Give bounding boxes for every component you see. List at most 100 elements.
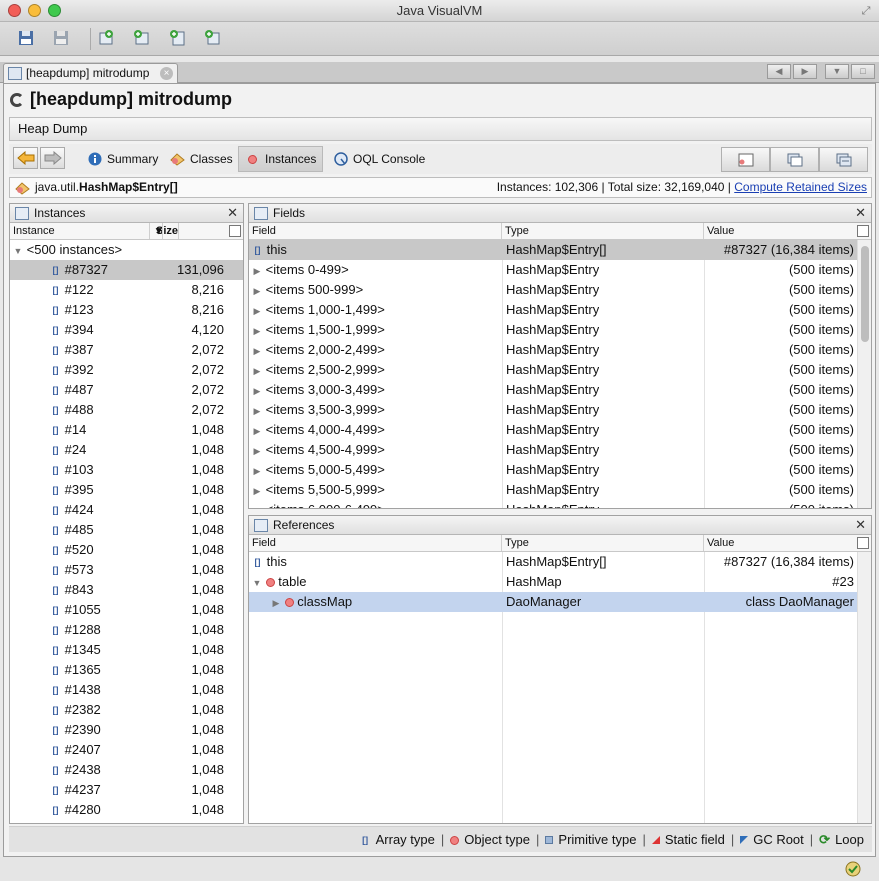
zoom-window-button[interactable] xyxy=(48,4,61,17)
field-row[interactable]: ▶ <items 2,500-2,999> HashMap$Entry (500 i… xyxy=(249,360,857,380)
field-row[interactable]: ▶ <items 500-999> HashMap$Entry (500 items… xyxy=(249,280,857,300)
instances-group-row[interactable]: ▼ <500 instances> xyxy=(10,240,243,260)
add-jmx-connection-icon[interactable] xyxy=(95,27,117,49)
back-button[interactable] xyxy=(13,147,38,169)
close-instances-panel-icon[interactable]: ✕ xyxy=(227,204,238,222)
references-this-row[interactable]: [] this HashMap$Entry[] #87327 (16,384 i… xyxy=(249,552,857,572)
collapsed-triangle-icon[interactable]: ▶ xyxy=(252,361,262,380)
instance-row[interactable]: [] #485 1,048 xyxy=(10,520,243,540)
references-classmap-row[interactable]: ▶ classMap DaoManager class DaoManager xyxy=(249,592,857,612)
garbage-collect-icon[interactable] xyxy=(845,861,861,877)
instance-row[interactable]: [] #2390 1,048 xyxy=(10,720,243,740)
fields-this-row[interactable]: [] this HashMap$Entry[] #87327 (16,384 i… xyxy=(249,240,857,260)
tab-instances[interactable]: Instances xyxy=(238,146,324,172)
add-heap-snapshot-icon[interactable] xyxy=(202,27,224,49)
references-scrollbar[interactable] xyxy=(857,552,871,823)
field-row[interactable]: ▶ <items 1,000-1,499> HashMap$Entry (500 i… xyxy=(249,300,857,320)
fields-column-type[interactable]: Type xyxy=(502,223,704,239)
instance-row[interactable]: [] #487 2,072 xyxy=(10,380,243,400)
instance-row[interactable]: [] #1365 1,048 xyxy=(10,660,243,680)
collapsed-triangle-icon[interactable]: ▶ xyxy=(271,593,281,612)
add-remote-host-icon[interactable] xyxy=(131,27,153,49)
instance-row[interactable]: [] #87327 131,096 xyxy=(10,260,243,280)
fields-scrollbar-thumb[interactable] xyxy=(861,246,869,342)
close-references-panel-icon[interactable]: ✕ xyxy=(855,516,866,534)
field-row[interactable]: ▶ <items 6,000-6,499> HashMap$Entry (500 i… xyxy=(249,500,857,508)
collapsed-triangle-icon[interactable]: ▶ xyxy=(252,501,262,508)
expanded-triangle-icon[interactable]: ▼ xyxy=(13,241,23,260)
collapsed-triangle-icon[interactable]: ▶ xyxy=(252,441,262,460)
instance-row[interactable]: [] #395 1,048 xyxy=(10,480,243,500)
instance-row[interactable]: [] #4237 1,048 xyxy=(10,780,243,800)
collapsed-triangle-icon[interactable]: ▶ xyxy=(252,261,262,280)
instance-row[interactable]: [] #488 2,072 xyxy=(10,400,243,420)
fields-column-field[interactable]: Field xyxy=(249,223,502,239)
instance-row[interactable]: [] #103 1,048 xyxy=(10,460,243,480)
references-column-value[interactable]: Value xyxy=(704,535,854,551)
tab-classes[interactable]: Classes xyxy=(164,146,239,172)
field-row[interactable]: ▶ <items 0-499> HashMap$Entry (500 items) xyxy=(249,260,857,280)
instance-row[interactable]: [] #4280 1,048 xyxy=(10,800,243,820)
add-core-dump-icon[interactable] xyxy=(167,27,189,49)
tab-summary[interactable]: Summary xyxy=(81,146,164,172)
save-disabled-icon[interactable] xyxy=(50,27,72,49)
instance-row[interactable]: [] #1438 1,048 xyxy=(10,680,243,700)
instance-row[interactable]: [] #122 8,216 xyxy=(10,280,243,300)
field-row[interactable]: ▶ <items 2,000-2,499> HashMap$Entry (500 i… xyxy=(249,340,857,360)
scroll-tabs-right-button[interactable]: ▶ xyxy=(793,64,817,79)
column-size[interactable]: Size ▾ xyxy=(150,223,228,239)
instance-row[interactable]: [] #14 1,048 xyxy=(10,420,243,440)
field-row[interactable]: ▶ <items 3,000-3,499> HashMap$Entry (500 i… xyxy=(249,380,857,400)
instance-row[interactable]: [] #2407 1,048 xyxy=(10,740,243,760)
instance-row[interactable]: [] #24 1,048 xyxy=(10,440,243,460)
tab-oql-console[interactable]: OQL Console xyxy=(327,146,431,172)
save-heapdump-icon[interactable] xyxy=(15,27,37,49)
instance-row[interactable]: [] #1288 1,048 xyxy=(10,620,243,640)
instance-row[interactable]: [] #394 4,120 xyxy=(10,320,243,340)
field-row[interactable]: ▶ <items 4,500-4,999> HashMap$Entry (500 i… xyxy=(249,440,857,460)
collapsed-triangle-icon[interactable]: ▶ xyxy=(252,461,262,480)
field-row[interactable]: ▶ <items 5,000-5,499> HashMap$Entry (500 i… xyxy=(249,460,857,480)
field-row[interactable]: ▶ <items 4,000-4,499> HashMap$Entry (500 i… xyxy=(249,420,857,440)
forward-button[interactable] xyxy=(40,147,65,169)
column-chooser-icon[interactable] xyxy=(229,225,241,237)
close-window-button[interactable] xyxy=(8,4,21,17)
instance-row[interactable]: [] #1055 1,048 xyxy=(10,600,243,620)
compute-retained-sizes-link[interactable]: Compute Retained Sizes xyxy=(734,180,867,194)
references-column-type[interactable]: Type xyxy=(502,535,704,551)
field-row[interactable]: ▶ <items 5,500-5,999> HashMap$Entry (500 i… xyxy=(249,480,857,500)
instance-row[interactable]: [] #123 8,216 xyxy=(10,300,243,320)
show-in-instances-button[interactable] xyxy=(819,147,868,172)
instance-row[interactable]: [] #573 1,048 xyxy=(10,560,243,580)
collapsed-triangle-icon[interactable]: ▶ xyxy=(252,481,262,500)
collapsed-triangle-icon[interactable]: ▶ xyxy=(252,381,262,400)
collapsed-triangle-icon[interactable]: ▶ xyxy=(252,401,262,420)
collapsed-triangle-icon[interactable]: ▶ xyxy=(252,281,262,300)
instance-row[interactable]: [] #2438 1,048 xyxy=(10,760,243,780)
maximize-tab-button[interactable]: □ xyxy=(851,64,875,79)
column-instance[interactable]: Instance xyxy=(10,223,150,239)
tab-heapdump[interactable]: [heapdump] mitrodump × xyxy=(3,63,178,83)
collapsed-triangle-icon[interactable]: ▶ xyxy=(252,341,262,360)
field-row[interactable]: ▶ <items 3,500-3,999> HashMap$Entry (500 i… xyxy=(249,400,857,420)
instance-row[interactable]: [] #520 1,048 xyxy=(10,540,243,560)
instance-row[interactable]: [] #1345 1,048 xyxy=(10,640,243,660)
minimize-window-button[interactable] xyxy=(28,4,41,17)
instance-row[interactable]: [] #387 2,072 xyxy=(10,340,243,360)
fullscreen-icon[interactable]: ⤢ xyxy=(859,4,873,18)
instance-row[interactable]: [] #843 1,048 xyxy=(10,580,243,600)
references-table-row[interactable]: ▼ table HashMap #23 xyxy=(249,572,857,592)
fields-scrollbar[interactable] xyxy=(857,240,871,508)
show-in-classes-button[interactable] xyxy=(770,147,819,172)
collapsed-triangle-icon[interactable]: ▶ xyxy=(252,321,262,340)
references-column-chooser-icon[interactable] xyxy=(857,537,869,549)
collapsed-triangle-icon[interactable]: ▶ xyxy=(252,421,262,440)
fields-column-chooser-icon[interactable] xyxy=(857,225,869,237)
collapsed-triangle-icon[interactable]: ▶ xyxy=(252,301,262,320)
field-row[interactable]: ▶ <items 1,500-1,999> HashMap$Entry (500 i… xyxy=(249,320,857,340)
instance-row[interactable]: [] #392 2,072 xyxy=(10,360,243,380)
expanded-triangle-icon[interactable]: ▼ xyxy=(252,573,262,592)
tab-list-dropdown-button[interactable]: ▼ xyxy=(825,64,849,79)
close-tab-icon[interactable]: × xyxy=(160,67,173,80)
scroll-tabs-left-button[interactable]: ◀ xyxy=(767,64,791,79)
